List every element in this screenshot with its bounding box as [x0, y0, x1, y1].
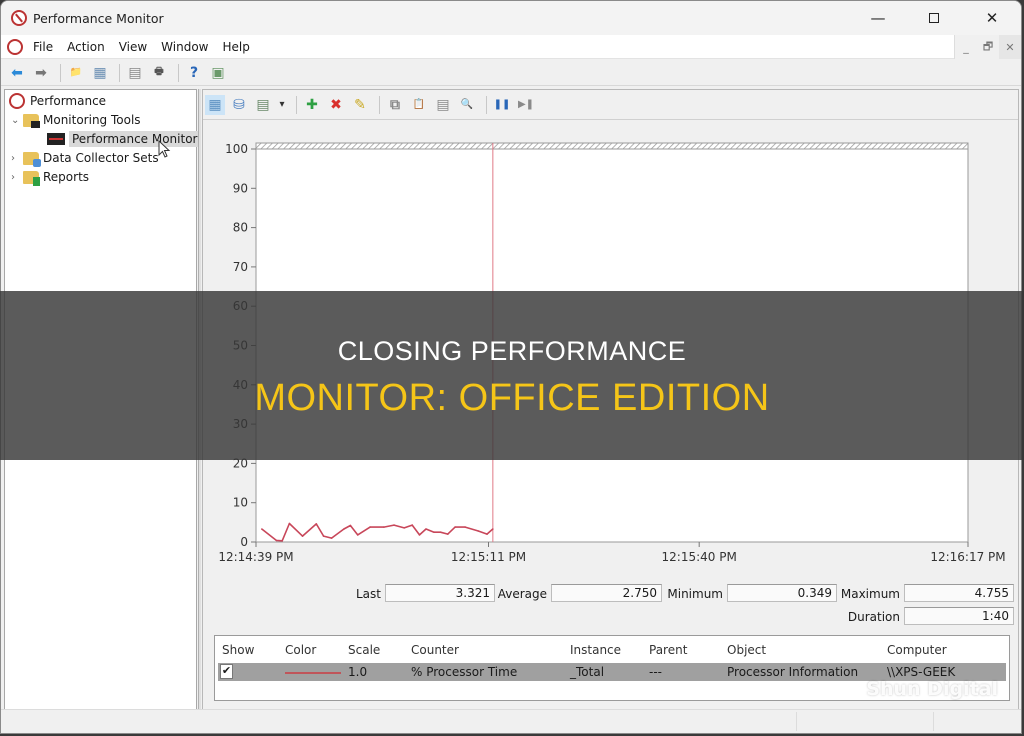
average-label: Average [497, 587, 547, 601]
status-bar-pane [933, 712, 934, 731]
status-bar-pane [796, 712, 797, 731]
data-point [315, 523, 318, 525]
data-point [322, 535, 325, 537]
y-tick-label: 10 [233, 496, 248, 510]
column-header-color[interactable]: Color [285, 643, 316, 657]
data-point [275, 539, 278, 542]
minimum-label: Minimum [667, 587, 723, 601]
data-point [261, 528, 263, 530]
average-value: 2.750 [551, 584, 662, 602]
data-point [288, 522, 291, 525]
cell-counter: % Processor Time [411, 665, 518, 679]
column-header-object[interactable]: Object [727, 643, 766, 657]
last-label: Last [356, 587, 381, 601]
data-point [486, 533, 488, 535]
x-tick-label: 12:16:17 PM [930, 550, 1005, 564]
data-point [477, 530, 480, 532]
data-point [403, 527, 406, 529]
column-header-instance[interactable]: Instance [570, 643, 621, 657]
cell-computer: \\XPS-GEEK [887, 665, 956, 679]
cell-object: Processor Information [727, 665, 859, 679]
column-header-counter[interactable]: Counter [411, 643, 459, 657]
data-point [383, 526, 385, 528]
show-checkbox[interactable]: ✔ [220, 664, 233, 679]
y-tick-label: 90 [233, 181, 248, 195]
cell-instance: _Total [570, 665, 605, 679]
y-tick-label: 0 [240, 535, 248, 549]
data-point [349, 524, 352, 527]
data-point [301, 535, 304, 537]
data-point [343, 528, 345, 530]
plot-top-hatch [255, 142, 969, 150]
data-point [418, 534, 421, 536]
cell-scale: 1.0 [348, 665, 368, 679]
data-point [464, 526, 467, 528]
minimum-value: 0.349 [727, 584, 837, 602]
data-point [454, 526, 456, 528]
data-point [447, 533, 449, 535]
watermark: Shun Digital [866, 678, 998, 700]
column-header-show[interactable]: Show [222, 643, 254, 657]
data-point [411, 524, 414, 526]
data-point [281, 540, 283, 542]
status-bar [1, 709, 1021, 733]
data-point [393, 524, 395, 526]
y-tick-label: 70 [233, 260, 248, 274]
column-header-parent[interactable]: Parent [649, 643, 687, 657]
last-value: 3.321 [385, 584, 495, 602]
data-point [356, 534, 359, 536]
data-point [425, 528, 427, 530]
counter-color-swatch [285, 672, 341, 674]
x-tick-label: 12:15:11 PM [451, 550, 526, 564]
x-tick-label: 12:14:39 PM [218, 550, 293, 564]
data-point [439, 531, 442, 533]
data-point [492, 528, 494, 530]
y-tick-label: 100 [225, 142, 248, 156]
maximum-label: Maximum [840, 587, 900, 601]
x-tick-label: 12:15:40 PM [662, 550, 737, 564]
data-point [433, 531, 435, 533]
duration-label: Duration [847, 610, 900, 624]
overlay-title-line-1: CLOSING PERFORMANCE [337, 336, 687, 366]
title-overlay-banner: CLOSING PERFORMANCE MONITOR: OFFICE EDIT… [0, 291, 1024, 460]
column-header-scale[interactable]: Scale [348, 643, 380, 657]
column-header-computer[interactable]: Computer [887, 643, 947, 657]
data-point [369, 526, 371, 528]
y-tick-label: 80 [233, 221, 248, 235]
maximum-value: 4.755 [904, 584, 1014, 602]
data-point [330, 537, 333, 539]
cell-parent: --- [649, 665, 662, 679]
duration-value: 1:40 [904, 607, 1014, 625]
overlay-title-line-2: MONITOR: OFFICE EDITION [254, 377, 770, 419]
